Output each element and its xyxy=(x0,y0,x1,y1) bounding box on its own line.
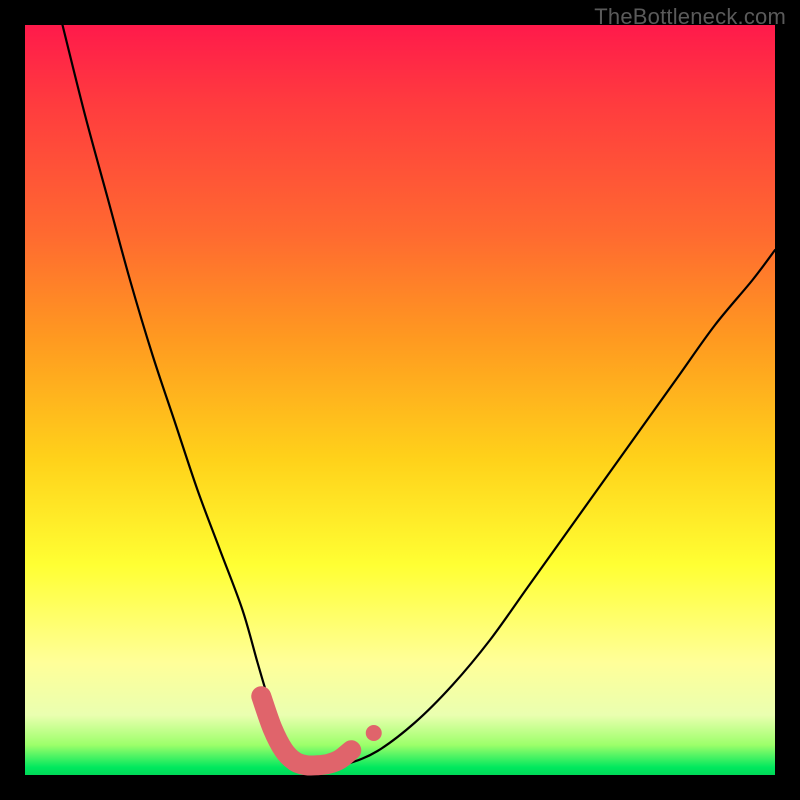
watermark-text: TheBottleneck.com xyxy=(594,4,786,30)
highlight-segment xyxy=(261,696,351,765)
chart-svg xyxy=(25,25,775,775)
highlight-dot xyxy=(366,725,382,741)
bottleneck-curve xyxy=(63,25,776,768)
chart-frame: TheBottleneck.com xyxy=(0,0,800,800)
